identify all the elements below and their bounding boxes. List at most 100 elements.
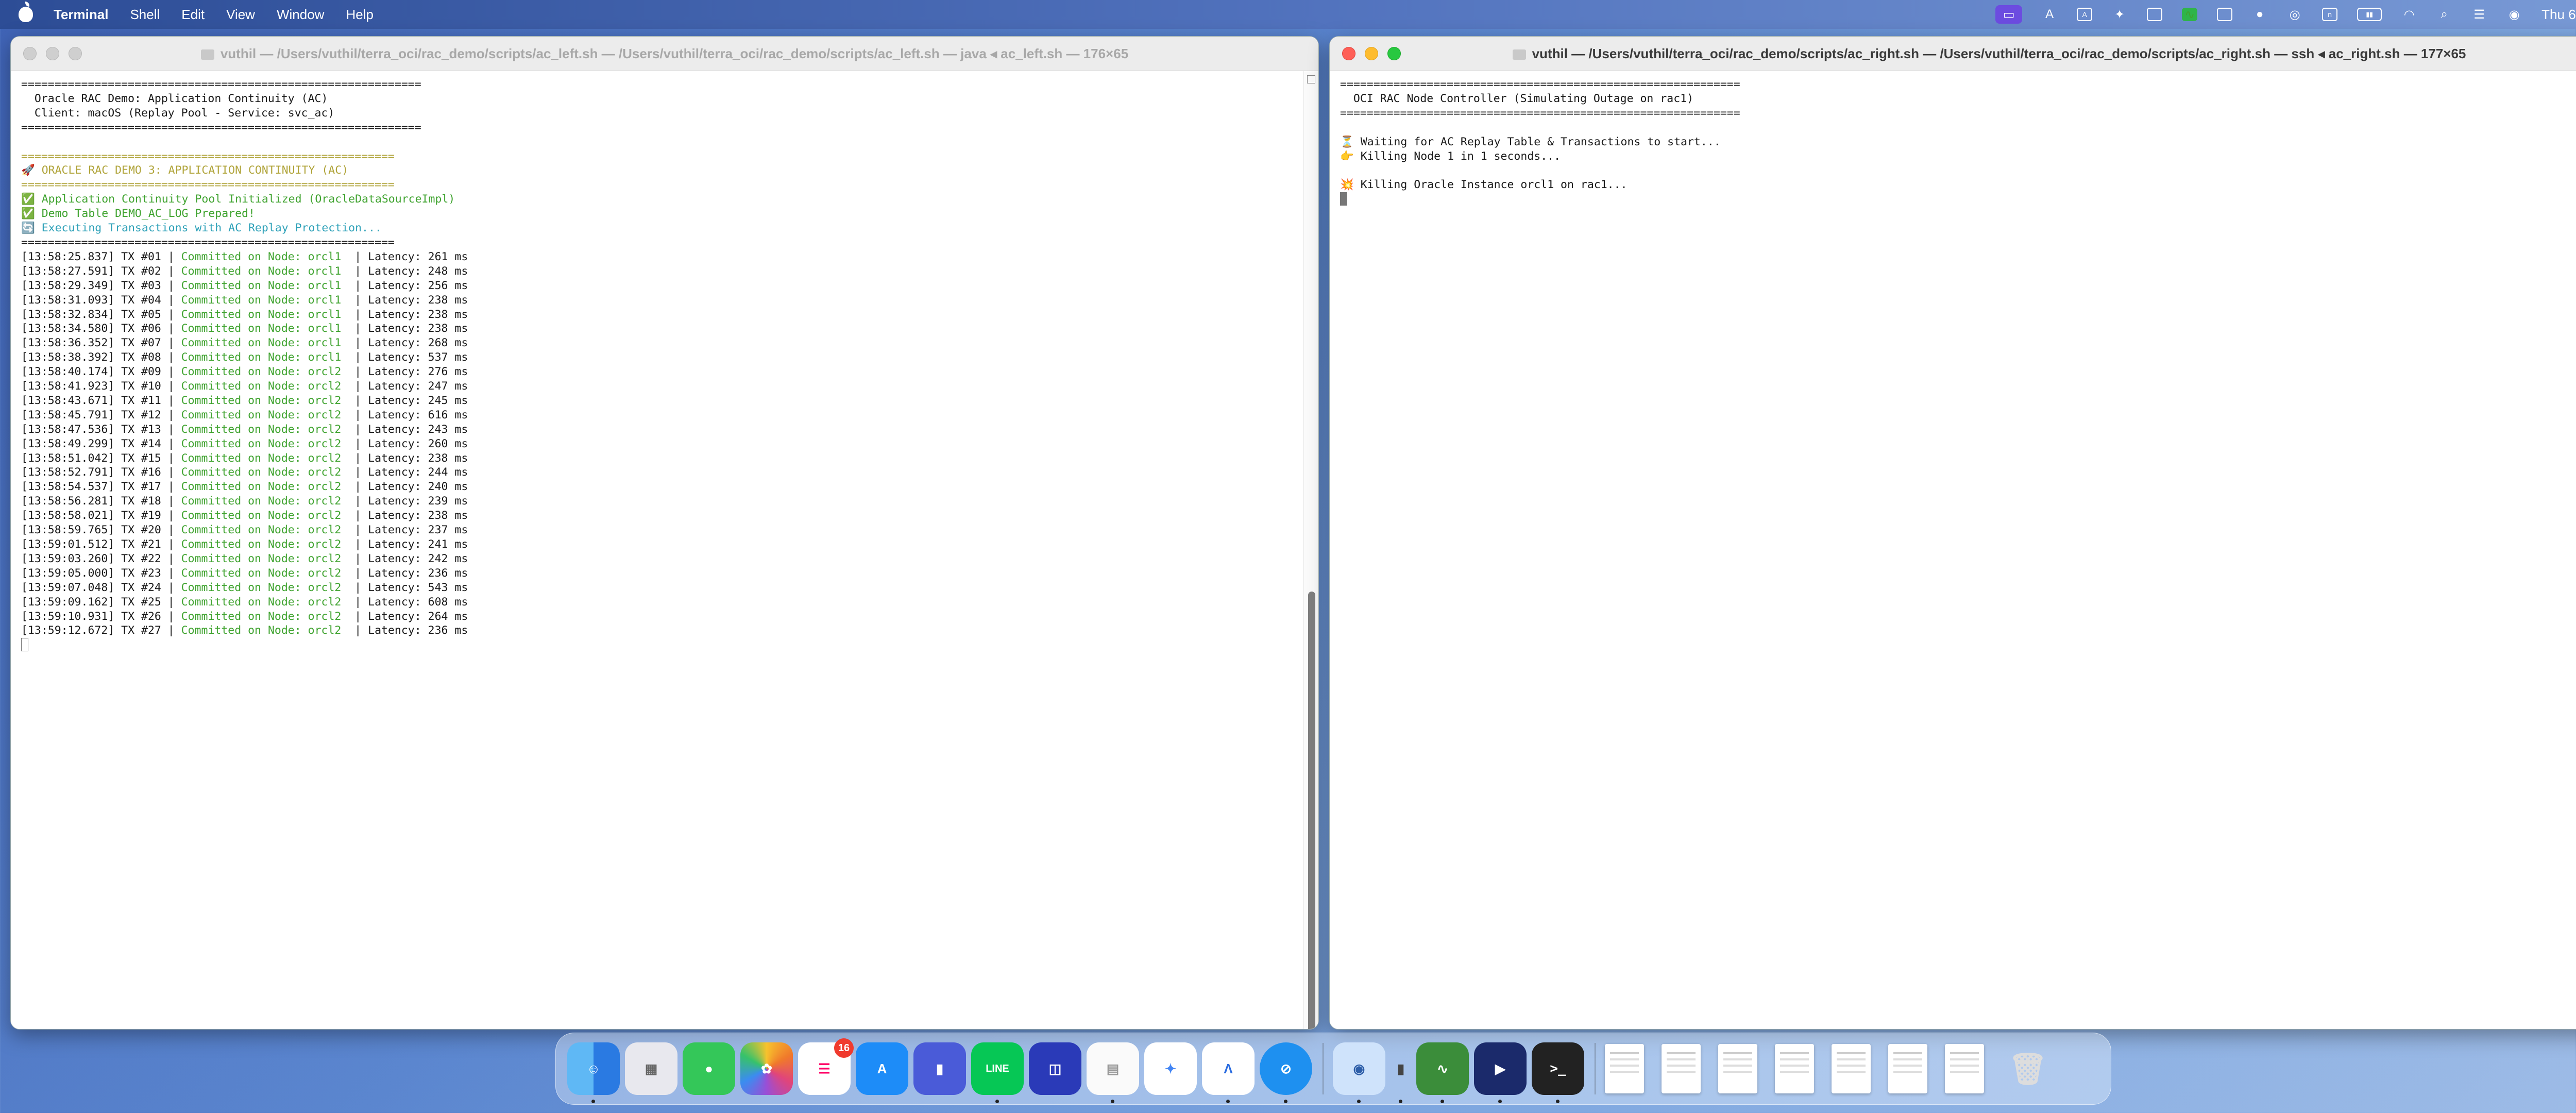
- transaction-row: [13:58:59.765] TX #20 | Committed on Nod…: [21, 523, 1308, 537]
- right-window-title: vuthil — /Users/vuthil/terra_oci/rac_dem…: [1532, 45, 2466, 61]
- launchpad-icon[interactable]: ▦: [625, 1042, 677, 1095]
- document-thumbnail[interactable]: [1775, 1044, 1814, 1093]
- stream-icon[interactable]: ▶: [1474, 1042, 1527, 1103]
- commit-label: Committed on Node:: [181, 423, 301, 436]
- transaction-row: [13:58:45.791] TX #12 | Committed on Nod…: [21, 408, 1308, 423]
- separator: |: [341, 451, 368, 465]
- commit-label: Committed on Node:: [181, 524, 301, 537]
- left-terminal-window: vuthil — /Users/vuthil/terra_oci/rac_dem…: [10, 36, 1319, 1030]
- safari-icon[interactable]: ⊘: [1260, 1042, 1312, 1103]
- latency-value: 238 ms: [428, 308, 468, 321]
- menu-help[interactable]: Help: [346, 7, 373, 23]
- tx-id: [13:58:59.765] TX #20: [21, 524, 161, 537]
- terminal-icon[interactable]: >_: [1532, 1042, 1584, 1103]
- separator: |: [341, 322, 368, 335]
- latency-value: 238 ms: [428, 451, 468, 465]
- commit-label: Committed on Node:: [181, 437, 301, 450]
- scroll-thumb[interactable]: [1308, 592, 1315, 1029]
- transaction-row: [13:58:41.923] TX #10 | Committed on Nod…: [21, 379, 1308, 394]
- text-input-icon[interactable]: A: [2042, 7, 2057, 21]
- window-icon[interactable]: [2217, 8, 2233, 21]
- latency-value: 256 ms: [428, 279, 468, 292]
- latency-label: Latency:: [368, 538, 421, 551]
- menu-app-name[interactable]: Terminal: [54, 7, 108, 23]
- messages-icon[interactable]: ●: [2252, 7, 2267, 21]
- commit-label: Committed on Node:: [181, 394, 301, 407]
- commit-label: Committed on Node:: [181, 451, 301, 465]
- separator: |: [161, 581, 181, 594]
- tx-id: [13:59:10.931] TX #26: [21, 610, 161, 623]
- apple-menu-icon[interactable]: [19, 2, 33, 22]
- tx-id: [13:58:25.837] TX #01: [21, 250, 161, 263]
- control-center-icon[interactable]: ☰: [2471, 8, 2487, 22]
- transaction-row: [13:59:01.512] TX #21 | Committed on Nod…: [21, 537, 1308, 552]
- left-titlebar[interactable]: vuthil — /Users/vuthil/terra_oci/rac_dem…: [11, 37, 1318, 71]
- scroll-marker[interactable]: [1307, 75, 1315, 83]
- document-thumbnail[interactable]: [1888, 1044, 1927, 1093]
- separator: |: [161, 538, 181, 551]
- green-app-icon[interactable]: ∿: [2182, 8, 2198, 22]
- latency-label: Latency:: [368, 351, 421, 364]
- photos-icon[interactable]: ✿: [740, 1042, 793, 1095]
- siri-icon[interactable]: ◉: [2506, 8, 2522, 22]
- separator: |: [161, 566, 181, 580]
- search-icon[interactable]: ⌕: [2436, 7, 2452, 21]
- reminders-icon[interactable]: ☰ 16: [798, 1038, 854, 1095]
- trash-icon[interactable]: 🗑: [2002, 1042, 2054, 1095]
- transaction-row: [13:58:49.299] TX #14 | Committed on Nod…: [21, 437, 1308, 451]
- right-titlebar[interactable]: vuthil — /Users/vuthil/terra_oci/rac_dem…: [1330, 37, 2576, 71]
- node-name: orcl1: [308, 336, 342, 350]
- menu-clock[interactable]: Thu 6 Aug 13:59: [2541, 7, 2576, 23]
- document-thumbnail[interactable]: [1832, 1044, 1871, 1093]
- tx-id: [13:59:03.260] TX #22: [21, 552, 161, 565]
- menu-shell[interactable]: Shell: [130, 7, 160, 23]
- app-n-icon[interactable]: n: [2322, 8, 2338, 21]
- commit-label: Committed on Node:: [181, 495, 301, 508]
- screen-mirroring-icon[interactable]: ▭: [1995, 5, 2023, 24]
- sparkle-icon[interactable]: ✦: [2112, 8, 2127, 22]
- menu-view[interactable]: View: [226, 7, 255, 23]
- gemini-icon[interactable]: ✦: [1144, 1042, 1197, 1095]
- cleaner-icon[interactable]: ◉: [1333, 1042, 1385, 1103]
- node-name: orcl2: [308, 380, 342, 393]
- messages-icon[interactable]: ●: [683, 1042, 735, 1095]
- wifi-icon[interactable]: ◠: [2401, 8, 2417, 22]
- menu-edit[interactable]: Edit: [181, 7, 205, 23]
- xcode-icon[interactable]: ▮: [1391, 1042, 1411, 1103]
- display-icon[interactable]: [2147, 8, 2163, 21]
- document-thumbnail[interactable]: [1718, 1044, 1757, 1093]
- aura-icon[interactable]: Λ: [1202, 1042, 1255, 1103]
- latency-value: 247 ms: [428, 380, 468, 393]
- node-name: orcl1: [308, 279, 342, 292]
- font-icon[interactable]: A: [2077, 8, 2093, 21]
- line-icon[interactable]: LINE: [971, 1042, 1024, 1103]
- notes-icon[interactable]: ▤: [1087, 1042, 1139, 1103]
- document-thumbnail[interactable]: [1945, 1044, 1984, 1093]
- left-scrollbar[interactable]: [1303, 71, 1318, 1029]
- separator: |: [161, 351, 181, 364]
- activity-monitor-icon[interactable]: ∿: [1416, 1042, 1469, 1103]
- app-store-icon[interactable]: A: [856, 1042, 908, 1095]
- tx-id: [13:58:54.537] TX #17: [21, 480, 161, 494]
- compass-icon[interactable]: ◎: [2287, 8, 2302, 22]
- separator: |: [341, 480, 368, 494]
- menu-window[interactable]: Window: [277, 7, 324, 23]
- tx-id: [13:58:27.591] TX #02: [21, 264, 161, 278]
- latency-label: Latency:: [368, 451, 421, 465]
- screen-capture-icon[interactable]: ◫: [1029, 1042, 1081, 1095]
- toolbox-icon[interactable]: ▮: [913, 1042, 966, 1095]
- finder-icon[interactable]: ☺: [567, 1042, 620, 1103]
- battery-icon[interactable]: ▮▮: [2357, 8, 2382, 21]
- document-thumbnail[interactable]: [1662, 1044, 1701, 1093]
- document-thumbnail[interactable]: [1605, 1044, 1644, 1093]
- tx-id: [13:58:41.923] TX #10: [21, 380, 161, 393]
- left-terminal-output[interactable]: ========================================…: [11, 71, 1318, 1029]
- right-terminal-output[interactable]: ========================================…: [1330, 71, 2576, 1029]
